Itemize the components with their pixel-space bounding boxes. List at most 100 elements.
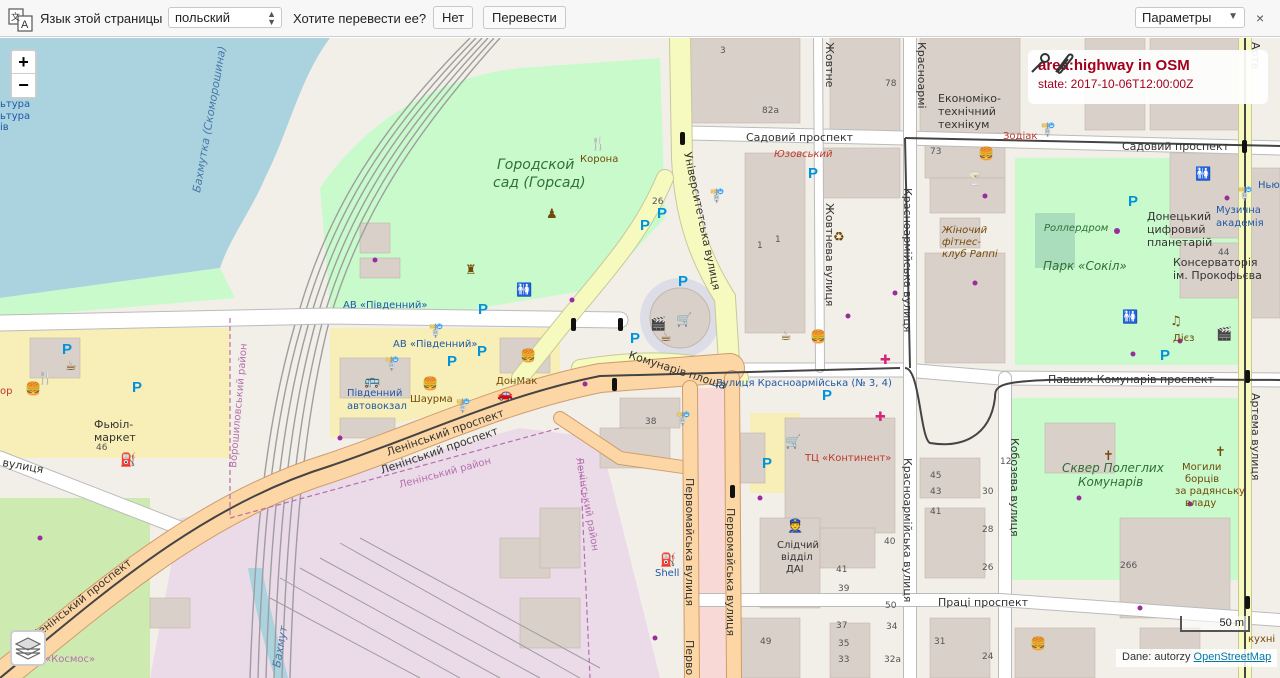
label-muzychna1: Музична — [1216, 205, 1261, 216]
no-button[interactable]: Нет — [433, 6, 474, 29]
svg-text:文: 文 — [11, 11, 20, 22]
toilets-icon-2: 🚻 — [1195, 166, 1211, 182]
fuel-icon: ⛽ — [120, 452, 136, 468]
cafe-icon: ☕ — [660, 330, 672, 345]
bus-stop-icon-3: 🚏 — [384, 356, 400, 372]
zoom-control: + − — [10, 49, 37, 99]
label-tekhnikum: технікум — [938, 118, 989, 131]
osm-link[interactable]: OpenStreetMap — [1194, 651, 1272, 663]
attribution-prefix: Dane: autorzy — [1122, 651, 1194, 663]
label-artema: Артема вулиця — [1249, 393, 1262, 481]
svg-text:38: 38 — [645, 417, 657, 427]
label-yuzovsky: Юзовський — [774, 149, 833, 160]
translate-button[interactable]: Перевести — [483, 6, 566, 29]
svg-text:73: 73 — [930, 147, 941, 157]
label-pervomaiska2: Первомайська вулиця — [724, 508, 737, 636]
svg-text:28: 28 — [982, 525, 994, 535]
label-zodiak: Зодіак — [1003, 130, 1037, 142]
scale-bar: 50 m — [1180, 616, 1250, 632]
updown-icon: ▲ ▼ — [267, 9, 276, 27]
wrench-icon[interactable] — [1031, 53, 1050, 73]
label-donetskyi3: планетарій — [1147, 236, 1212, 249]
svg-text:34: 34 — [886, 622, 898, 632]
bar-icon: 🍸 — [967, 170, 983, 187]
info-tools — [1031, 53, 1074, 74]
fastfood-icon-4: 🍔 — [810, 329, 826, 345]
bus-stop-icon-6: 🚏 — [1040, 122, 1056, 138]
label-pavshykh: Павших Комунарів проспект — [1048, 373, 1215, 386]
language-value: польский — [175, 10, 231, 25]
page-language-label: Язык этой страницы — [40, 11, 163, 26]
label-donetskyi2: цифровий — [1147, 223, 1206, 236]
label-rolledrom: Роллердром — [1044, 223, 1109, 234]
svg-text:1: 1 — [775, 235, 781, 245]
fastfood-icon-2: 🍔 — [422, 376, 438, 392]
zoom-out-button[interactable]: − — [12, 74, 35, 97]
paperclip-icon[interactable] — [1055, 53, 1074, 74]
label-tekhnichnyi: технічний — [938, 105, 996, 118]
attribution: Dane: autorzy OpenStreetMap — [1116, 649, 1278, 667]
svg-text:35: 35 — [838, 639, 849, 649]
bus-stop-icon-2: 🚏 — [428, 323, 444, 339]
label-skver2: Комунарів — [1078, 475, 1143, 489]
label-zhinochyi2: фітнес- — [942, 236, 981, 248]
label-krasnoarmiyska-top: Красноармі — [915, 42, 928, 109]
music-icon: ♫ — [1170, 314, 1182, 329]
label-sadovyi: Садовий проспект — [746, 131, 854, 144]
label-vul-krasnoarm: Вулиця Красноармійська (№ 3, 4) — [716, 377, 892, 389]
fastfood-icon-3: 🍔 — [25, 381, 41, 397]
svg-text:78: 78 — [885, 79, 897, 89]
svg-text:41: 41 — [836, 565, 847, 575]
options-select[interactable]: Параметры ▼ — [1135, 7, 1245, 28]
police-icon: 👮 — [787, 517, 803, 534]
map-view[interactable]: PPP PPP PPP PPP PP 🍴 ♟ ♜ 🚻 ☕ 🎬 🍔 🍔 🍴 ☕ 🍔… — [0, 38, 1280, 678]
label-shaurma: Шаурма — [410, 394, 453, 405]
bus-stop-icon-4: 🚏 — [455, 398, 471, 414]
cafe-icon-2: ☕ — [65, 359, 77, 374]
zoom-in-button[interactable]: + — [12, 51, 35, 74]
translate-question: Хотите перевести ее? — [293, 11, 427, 26]
label-pivdennyi-avtovokzal2: автовокзал — [347, 401, 407, 412]
cinema-icon-2: 🎬 — [1216, 326, 1232, 342]
label-konservatoria1: Консерваторія — [1173, 256, 1258, 269]
bus-station-icon: 🚌 — [364, 374, 380, 389]
svg-text:30: 30 — [982, 487, 994, 497]
svg-text:P: P — [808, 165, 818, 182]
fuel-icon-2: ⛽ — [660, 552, 676, 568]
label-kultura1: ьтура — [0, 99, 30, 110]
label-zhinochyi3: клуб Раппі — [942, 248, 998, 260]
label-park-sokil: Парк «Сокіл» — [1043, 259, 1127, 273]
fastfood-icon-5: 🍔 — [978, 146, 994, 162]
svg-text:50: 50 — [885, 601, 897, 611]
label-muzychna2: академія — [1216, 217, 1264, 229]
svg-text:37: 37 — [836, 621, 847, 631]
close-icon[interactable]: × — [1256, 10, 1264, 26]
svg-text:41: 41 — [930, 507, 941, 517]
label-pervo-bottom: Перво — [683, 640, 696, 676]
translate-icon: 文 A — [8, 8, 33, 32]
svg-text:P: P — [1160, 347, 1170, 364]
label-kosmos: «Космос» — [45, 654, 95, 665]
svg-text:P: P — [822, 387, 832, 404]
svg-text:P: P — [678, 273, 688, 290]
map-canvas[interactable]: PPP PPP PPP P PP PP 🍴 ♟ ♜ 🚻 ☕ 🎬 🍔 🍔 🍴 ☕ 🍔… — [0, 38, 1280, 678]
label-donmak: ДонМак — [496, 376, 537, 387]
restaurant-icon: 🍴 — [590, 136, 606, 152]
info-state: state: 2017-10-06T12:00:00Z — [1038, 77, 1194, 91]
label-av-pivdennyi2: АВ «Південний» — [393, 338, 477, 350]
layers-button[interactable] — [10, 630, 46, 666]
language-select[interactable]: польский ▲ ▼ — [168, 7, 282, 28]
label-konservatoria2: ім. Прокофьєва — [1173, 269, 1262, 282]
info-panel: area:highway in OSM state: 2017-10-06T12… — [1028, 50, 1268, 104]
label-krasnoarmiyska: Красноармійська вулиця — [901, 188, 914, 332]
svg-text:P: P — [477, 343, 487, 360]
label-ekonomiko: Економіко- — [938, 92, 1001, 105]
label-pivdennyi-avtovokzal1: Південний — [347, 387, 402, 399]
svg-text:P: P — [657, 205, 667, 222]
label-donetskyi1: Донецький — [1147, 210, 1211, 223]
car-icon: 🚗 — [497, 387, 513, 402]
svg-text:P: P — [132, 379, 142, 396]
label-gorsad1: Городской — [497, 157, 574, 173]
label-gorsad2: сад (Горсад) — [493, 175, 586, 191]
label-mohyly2: борців — [1185, 473, 1219, 485]
